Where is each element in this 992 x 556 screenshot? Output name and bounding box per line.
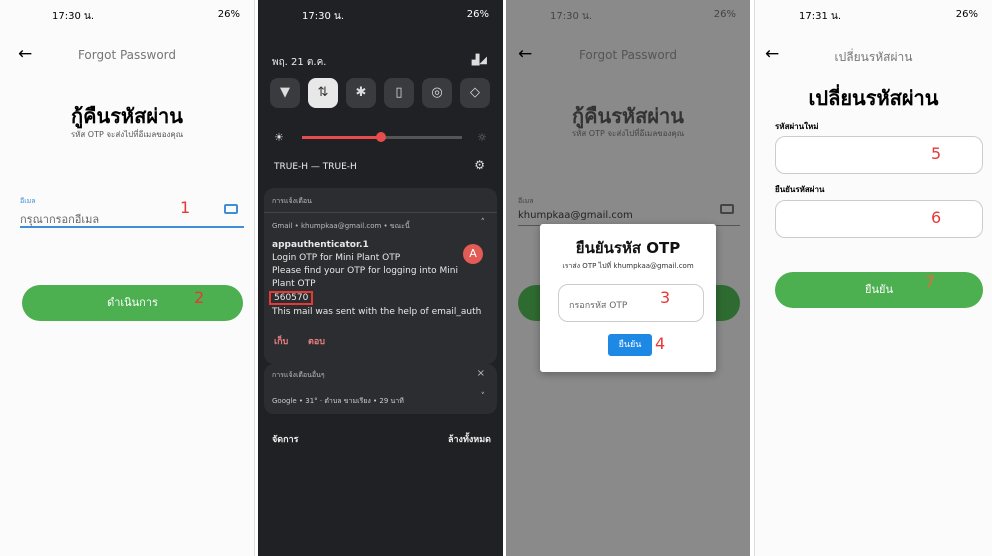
step-marker-5: 5: [931, 144, 942, 163]
subject: Login OTP for Mini Plant OTP: [272, 253, 401, 263]
confirm-otp-button[interactable]: ยืนยัน: [608, 334, 652, 356]
status-bar: 17:30 น. 26%: [506, 0, 750, 30]
app-title: Forgot Password: [77, 48, 177, 62]
reply-action[interactable]: ตอบ: [308, 334, 325, 348]
expand-chevron-icon[interactable]: ˅: [481, 392, 486, 402]
weather-notification: Google • 31° · ตำบล ขามเรียง • 29 นาที: [272, 397, 404, 405]
notification-card[interactable]: การแจ้งเตือน Gmail • khumpkaa@gmail.com …: [264, 188, 497, 364]
otp-placeholder: กรอกรหัส OTP: [569, 301, 628, 311]
new-password-input[interactable]: [775, 136, 983, 174]
flashlight-icon[interactable]: ▯: [384, 78, 414, 108]
confirm-button-label: ยืนยัน: [865, 283, 893, 296]
slider-thumb[interactable]: [376, 132, 386, 142]
status-bar: 17:30 น. 26%: [258, 0, 503, 30]
otp-dialog: ยืนยันรหัส OTP เราส่ง OTP ไปที่ khumpkaa…: [540, 224, 716, 372]
proceed-button-label: ดำเนินการ: [107, 296, 158, 309]
confirm-otp-label: ยืนยัน: [618, 340, 642, 350]
email-field[interactable]: อีเมล กรุณากรอกอีเมล: [20, 196, 244, 228]
collapse-chevron-icon[interactable]: ˄: [481, 218, 486, 228]
step-marker-3: 3: [660, 288, 671, 307]
proceed-button[interactable]: ดำเนินการ: [22, 285, 243, 321]
step-marker-1: 1: [180, 198, 191, 217]
battery-level: 26%: [466, 9, 489, 20]
date: พฤ. 21 ต.ค.: [272, 57, 327, 68]
app-bar: ← เปลี่ยนรหัสผ่าน: [755, 40, 992, 70]
manage-button[interactable]: จัดการ: [272, 432, 298, 446]
brightness-high-icon: ☼: [477, 131, 487, 144]
quick-settings: ▼ ⇅ ✱ ▯ ◎ ◇: [270, 78, 491, 112]
settings-gear-icon[interactable]: ⚙: [474, 158, 485, 172]
mail-icon: [224, 204, 238, 214]
body-line-1: Please find your OTP for logging into Mi…: [272, 266, 458, 276]
otp-code: 560570: [269, 291, 314, 305]
body-line-3: This mail was sent with the help of emai…: [272, 307, 482, 317]
signal-icon: ▟◢: [471, 55, 487, 66]
confirm-password-input[interactable]: [775, 200, 983, 238]
status-time: 17:30 น.: [302, 11, 345, 22]
email-value: khumpkaa@gmail.com: [518, 210, 633, 221]
confirm-password-label: ยืนยันรหัสผ่าน: [775, 185, 825, 194]
bluetooth-icon[interactable]: ✱: [346, 78, 376, 108]
status-time: 17:30 น.: [550, 11, 593, 22]
forgot-password-screen: 17:30 น. 26% ← Forgot Password กู้คืนรหั…: [0, 0, 255, 556]
app-bar: ← Forgot Password: [506, 40, 750, 70]
step-marker-7: 7: [925, 272, 936, 291]
email-placeholder: กรุณากรอกอีเมล: [20, 213, 100, 226]
page-subheading: รหัส OTP จะส่งไปที่อีเมลของคุณ: [70, 130, 184, 139]
other-notifications-card[interactable]: การแจ้งเตือนอื่นๆ × Google • 31° · ตำบล …: [264, 364, 497, 414]
page-heading: เปลี่ยนรหัสผ่าน: [808, 86, 939, 110]
otp-input[interactable]: กรอกรหัส OTP: [558, 284, 704, 322]
step-marker-2: 2: [194, 288, 205, 307]
otp-dialog-screen: 17:30 น. 26% ← Forgot Password กู้คืนรหั…: [506, 0, 750, 556]
app-bar: ← Forgot Password: [0, 40, 254, 70]
email-label: อีเมล: [518, 197, 534, 205]
status-bar: 17:30 น. 26%: [0, 0, 254, 30]
status-bar: 17:31 น. 26%: [755, 0, 992, 30]
page-subheading: รหัส OTP จะส่งไปที่อีเมลของคุณ: [571, 129, 685, 138]
network-name: TRUE-H — TRUE-H: [274, 162, 357, 172]
clear-all-button[interactable]: ล้างทั้งหมด: [448, 432, 491, 446]
dismiss-icon[interactable]: ×: [477, 368, 485, 379]
sender: appauthenticator.1: [272, 240, 369, 250]
notifications-header: การแจ้งเตือน: [272, 197, 312, 205]
wifi-icon[interactable]: ▼: [270, 78, 300, 108]
change-password-screen: 17:31 น. 26% ← เปลี่ยนรหัสผ่าน เปลี่ยนรห…: [754, 0, 992, 556]
body-line-2: Plant OTP: [272, 279, 316, 289]
dialog-title: ยืนยันรหัส OTP: [575, 239, 681, 257]
battery-level: 26%: [955, 9, 978, 20]
app-title: เปลี่ยนรหัสผ่าน: [834, 50, 913, 64]
email-label: อีเมล: [20, 197, 36, 205]
step-marker-4: 4: [655, 334, 666, 353]
gmail-source: Gmail • khumpkaa@gmail.com • ขณะนี้: [272, 222, 410, 230]
rotate-icon[interactable]: ◇: [460, 78, 490, 108]
battery-level: 26%: [217, 9, 240, 20]
email-field[interactable]: อีเมล khumpkaa@gmail.com: [518, 196, 740, 226]
confirm-button[interactable]: ยืนยัน: [775, 272, 983, 308]
brightness-slider[interactable]: [302, 132, 462, 142]
data-toggle-icon[interactable]: ⇅: [308, 78, 338, 108]
status-time: 17:30 น.: [52, 11, 95, 22]
step-marker-6: 6: [931, 208, 942, 227]
dialog-subtitle: เราส่ง OTP ไปที่ khumpkaa@gmail.com: [562, 262, 694, 270]
new-password-label: รหัสผ่านใหม่: [775, 122, 819, 131]
brightness-low-icon: ☀: [274, 131, 284, 144]
archive-action[interactable]: เก็บ: [274, 334, 288, 348]
status-time: 17:31 น.: [799, 11, 842, 22]
battery-level: 26%: [713, 9, 736, 20]
other-header: การแจ้งเตือนอื่นๆ: [272, 371, 325, 379]
notification-shade: 17:30 น. 26% พฤ. 21 ต.ค. ▟◢ ▼ ⇅ ✱ ▯ ◎ ◇ …: [258, 0, 503, 556]
hotspot-icon[interactable]: ◎: [422, 78, 452, 108]
app-title: Forgot Password: [578, 48, 678, 62]
mail-icon: [720, 204, 734, 214]
avatar: A: [463, 244, 483, 264]
